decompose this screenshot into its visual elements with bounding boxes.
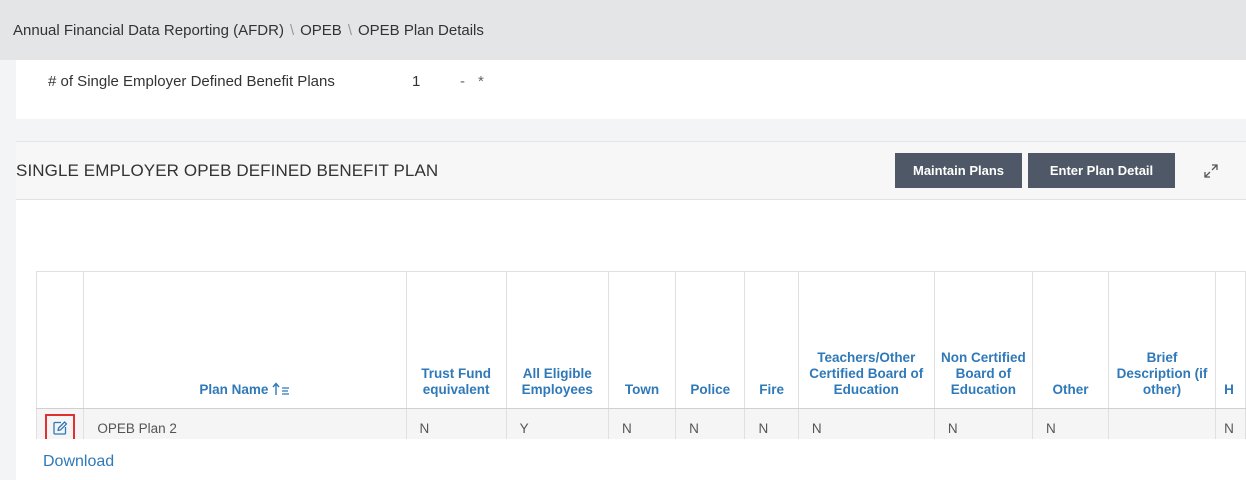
col-header-all-eligible[interactable]: All Eligible Employees (505, 271, 609, 409)
enter-plan-detail-button[interactable]: Enter Plan Detail (1028, 153, 1175, 188)
plan-table: Plan Name Trust Fund equivalent All Elig… (36, 271, 1246, 439)
edit-cell (36, 408, 85, 439)
breadcrumb-afdr[interactable]: Annual Financial Data Reporting (AFDR) (13, 22, 284, 39)
cell-other: N (1032, 408, 1109, 439)
summary-panel: # of Single Employer Defined Benefit Pla… (16, 60, 1246, 119)
col-header-teachers[interactable]: Teachers/Other Certified Board of Educat… (797, 271, 935, 409)
col-header-fire[interactable]: Fire (744, 271, 799, 409)
cell-non-certified: N (933, 408, 1034, 439)
col-header-trust-fund[interactable]: Trust Fund equivalent (405, 271, 507, 409)
col-header-town[interactable]: Town (607, 271, 677, 409)
sort-ascending-icon[interactable] (272, 382, 290, 396)
plan-count-value: 1 (412, 73, 421, 90)
plan-count-row: # of Single Employer Defined Benefit Pla… (48, 73, 484, 90)
required-marker: * (478, 73, 484, 90)
cell-town: N (607, 408, 677, 439)
cell-fire: N (744, 408, 799, 439)
breadcrumb-current: OPEB Plan Details (357, 21, 484, 39)
cell-police: N (675, 408, 746, 439)
col-header-non-certified[interactable]: Non Certified Board of Education (933, 271, 1034, 409)
cell-teachers: N (797, 408, 935, 439)
cell-plan-name: OPEB Plan 2 (83, 408, 407, 439)
col-header-brief-description[interactable]: Brief Description (if other) (1107, 271, 1217, 409)
breadcrumb-opeb[interactable]: OPEB (300, 22, 342, 39)
edit-icon (53, 421, 68, 435)
breadcrumb: Annual Financial Data Reporting (AFDR) \… (0, 0, 1246, 60)
maintain-plans-button[interactable]: Maintain Plans (895, 153, 1022, 188)
cell-brief-description (1107, 408, 1217, 439)
edit-button[interactable] (45, 414, 76, 439)
col-header-edit (36, 271, 85, 409)
plan-count-dash: - (460, 73, 465, 90)
table-row: OPEB Plan 2 N Y N N N N N N N (36, 408, 1246, 439)
breadcrumb-separator: \ (289, 21, 295, 39)
cell-next: N (1215, 408, 1246, 439)
table-header-row: Plan Name Trust Fund equivalent All Elig… (36, 271, 1246, 409)
panel-title: SINGLE EMPLOYER OPEB DEFINED BENEFIT PLA… (16, 161, 439, 180)
col-header-other[interactable]: Other (1032, 271, 1109, 409)
breadcrumb-separator: \ (347, 21, 352, 39)
plan-grid: Plan Name Trust Fund equivalent All Elig… (36, 271, 1246, 439)
expand-icon[interactable] (1203, 163, 1219, 179)
plan-panel: SINGLE EMPLOYER OPEB DEFINED BENEFIT PLA… (16, 141, 1246, 480)
cell-all-eligible: Y (505, 408, 609, 439)
col-header-plan-name[interactable]: Plan Name (83, 271, 407, 409)
col-header-next[interactable]: H (1215, 271, 1246, 409)
download-link[interactable]: Download (43, 453, 114, 471)
panel-header: SINGLE EMPLOYER OPEB DEFINED BENEFIT PLA… (16, 142, 1246, 200)
cell-trust-fund: N (405, 408, 507, 439)
col-header-police[interactable]: Police (675, 271, 746, 409)
plan-count-label: # of Single Employer Defined Benefit Pla… (48, 73, 335, 90)
